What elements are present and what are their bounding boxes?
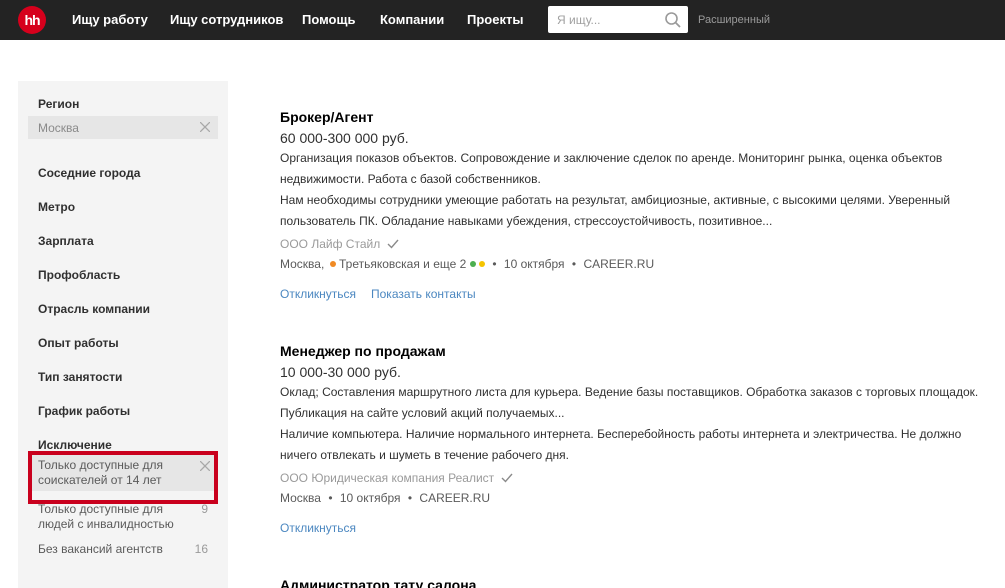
- respond-link[interactable]: Откликнуться: [280, 287, 356, 301]
- nav-job-search[interactable]: Ищу работу: [72, 12, 148, 27]
- region-title: Регион: [38, 97, 80, 111]
- vacancy-meta: Москва • 10 октября • CAREER.RU: [280, 491, 490, 505]
- verified-check-icon: [387, 239, 399, 249]
- filter-nearby-cities[interactable]: Соседние города: [38, 166, 140, 180]
- show-contacts-link[interactable]: Показать контакты: [371, 287, 476, 301]
- region-chip[interactable]: Москва: [28, 116, 218, 139]
- vacancy-company[interactable]: ООО Юридическая компания Реалист: [280, 471, 513, 485]
- exclusion-label: Только доступные для соискателей от 14 л…: [38, 458, 164, 487]
- vacancy-salary: 10 000-30 000 руб.: [280, 364, 401, 380]
- vacancy-card: Менеджер по продажам 10 000-30 000 руб. …: [280, 343, 1000, 543]
- separator: •: [407, 491, 413, 505]
- vacancy-meta: Москва, Третьяковская и еще 2 • 10 октяб…: [280, 257, 654, 271]
- nav-companies[interactable]: Компании: [380, 12, 444, 27]
- vacancy-date: 10 октября: [503, 257, 565, 271]
- metro-dot-icon: [469, 261, 476, 267]
- exclusion-count: 9: [201, 502, 208, 516]
- filter-industry[interactable]: Отрасль компании: [38, 302, 150, 316]
- vacancy-card: Администратор тату салона: [280, 577, 1000, 588]
- filter-schedule[interactable]: График работы: [38, 404, 130, 418]
- top-navigation-bar: hh Ищу работу Ищу сотрудников Помощь Ком…: [0, 0, 1005, 40]
- exclusion-label: Без вакансий агентств: [38, 542, 163, 556]
- search-box: [548, 6, 688, 33]
- vacancy-metro: Третьяковская и еще 2: [339, 257, 467, 271]
- search-input[interactable]: [548, 6, 660, 33]
- close-icon[interactable]: [200, 461, 210, 471]
- vacancy-requirement: пользователь ПК. Обладание навыками убеж…: [280, 214, 773, 228]
- vacancy-title[interactable]: Администратор тату салона: [280, 577, 476, 588]
- vacancy-responsibility: Оклад; Составления маршрутного листа для…: [280, 385, 979, 399]
- metro-dot-icon: [329, 261, 336, 267]
- respond-link[interactable]: Откликнуться: [280, 521, 356, 535]
- filter-employment-type[interactable]: Тип занятости: [38, 370, 122, 384]
- search-icon[interactable]: [664, 11, 682, 29]
- separator: •: [328, 491, 333, 505]
- vacancy-source: CAREER.RU: [583, 257, 655, 271]
- filter-profarea[interactable]: Профобласть: [38, 268, 120, 282]
- metro-dot-icon: [479, 261, 485, 267]
- vacancy-requirement: Нам необходимы сотрудники умеющие работа…: [280, 193, 951, 207]
- vacancy-requirement: Наличие компьютера. Наличие нормального …: [280, 427, 962, 441]
- verified-check-icon: [501, 473, 513, 483]
- company-name[interactable]: ООО Юридическая компания Реалист: [280, 471, 494, 485]
- filters-sidebar: Регион Москва Соседние города Метро Зарп…: [18, 81, 228, 588]
- vacancy-source: CAREER.RU: [419, 491, 491, 505]
- filter-experience[interactable]: Опыт работы: [38, 336, 119, 350]
- vacancy-city: Москва,: [280, 257, 325, 271]
- region-value: Москва: [38, 121, 79, 135]
- advanced-search-link[interactable]: Расширенный: [698, 14, 770, 26]
- exclusion-item-disability[interactable]: Только доступные для людей с инвалидност…: [28, 501, 218, 537]
- vacancy-title[interactable]: Брокер/Агент: [280, 109, 373, 125]
- exclusion-item-teen[interactable]: Только доступные для соискателей от 14 л…: [28, 455, 218, 491]
- vacancy-title[interactable]: Менеджер по продажам: [280, 343, 446, 359]
- exclusion-item-no-agencies[interactable]: Без вакансий агентств 16: [28, 542, 218, 562]
- vacancy-responsibility: недвижимости. Работа с базой собственник…: [280, 172, 541, 186]
- vacancy-company[interactable]: ООО Лайф Стайл: [280, 237, 399, 251]
- close-icon[interactable]: [200, 122, 210, 132]
- nav-projects[interactable]: Проекты: [467, 12, 523, 27]
- filter-metro[interactable]: Метро: [38, 200, 75, 214]
- company-name[interactable]: ООО Лайф Стайл: [280, 237, 380, 251]
- vacancy-responsibility: Публикация на сайте условий акций получа…: [280, 406, 565, 420]
- nav-help[interactable]: Помощь: [302, 12, 355, 27]
- vacancy-salary: 60 000-300 000 руб.: [280, 130, 409, 146]
- separator: •: [571, 257, 577, 271]
- hh-logo[interactable]: hh: [18, 6, 46, 34]
- vacancy-requirement: ничего отвлекать и шуметь в течение рабо…: [280, 448, 569, 462]
- exclusion-count: 16: [194, 542, 208, 556]
- exclusion-label: Только доступные для людей с инвалидност…: [38, 502, 174, 531]
- vacancy-city: Москва: [280, 491, 321, 505]
- vacancy-date: 10 октября: [339, 491, 401, 505]
- separator: •: [492, 257, 497, 271]
- exclusion-title: Исключение: [38, 438, 112, 452]
- vacancy-responsibility: Организация показов объектов. Сопровожде…: [280, 151, 943, 165]
- filter-salary[interactable]: Зарплата: [38, 234, 94, 248]
- vacancy-card: Брокер/Агент 60 000-300 000 руб. Организ…: [280, 109, 1000, 309]
- nav-employee-search[interactable]: Ищу сотрудников: [170, 12, 283, 27]
